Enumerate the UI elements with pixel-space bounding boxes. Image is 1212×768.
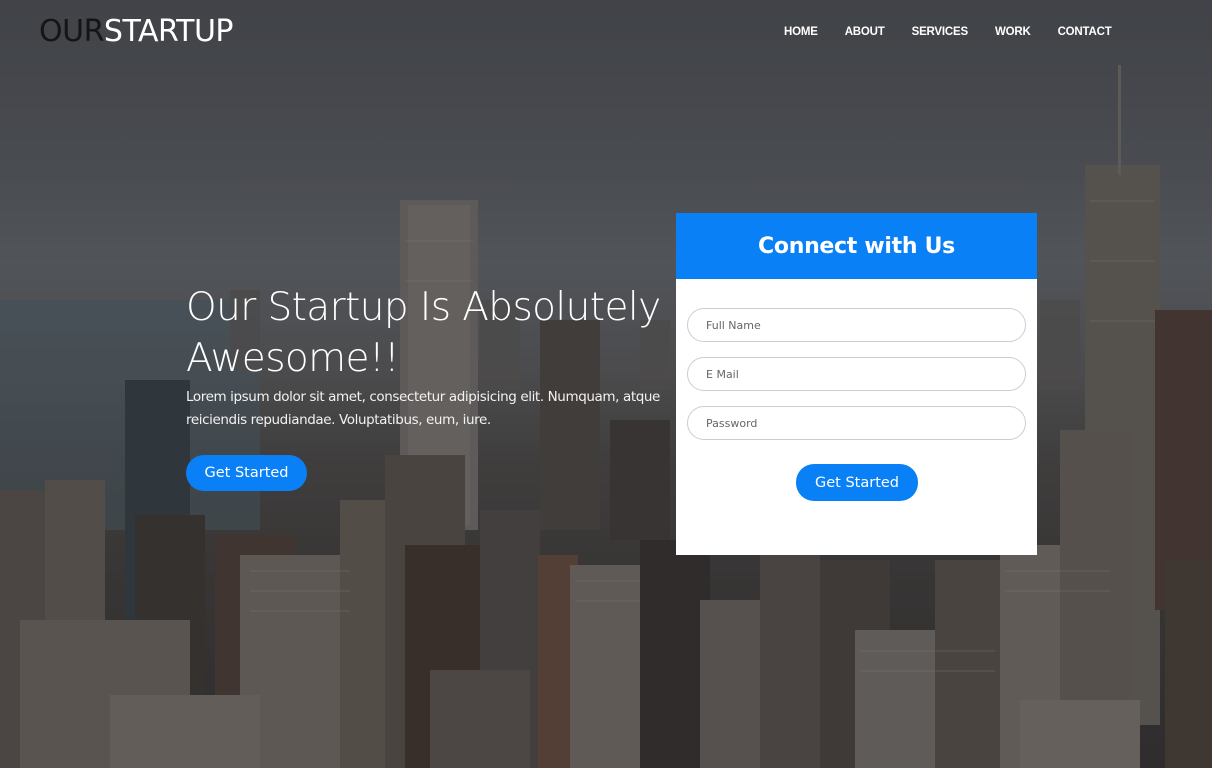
form-get-started-button[interactable]: Get Started [796,464,918,501]
nav-item-work[interactable]: WORK [995,24,1031,40]
nav-item-services[interactable]: SERVICES [912,24,969,40]
brand-logo[interactable]: OURSTARTUP [39,13,234,51]
nav-item-about[interactable]: ABOUT [845,24,885,40]
full-name-input[interactable] [687,308,1026,342]
main-nav: HOME ABOUT SERVICES WORK CONTACT [784,24,1112,40]
connect-form-header: Connect with Us [676,213,1037,279]
brand-logo-startup: STARTUP [103,14,234,49]
hero-title: Our Startup Is Absolutely Awesome!! [186,285,661,381]
password-input[interactable] [687,406,1026,440]
nav-item-home[interactable]: HOME [784,24,818,40]
connect-form-card: Connect with Us Get Started [676,213,1037,555]
email-input[interactable] [687,357,1026,391]
connect-form-title: Connect with Us [758,233,955,259]
brand-logo-our: OUR [39,14,104,49]
hero-get-started-button[interactable]: Get Started [186,455,307,491]
hero-description: Lorem ipsum dolor sit amet, consectetur … [186,389,660,428]
nav-item-contact[interactable]: CONTACT [1058,24,1112,40]
